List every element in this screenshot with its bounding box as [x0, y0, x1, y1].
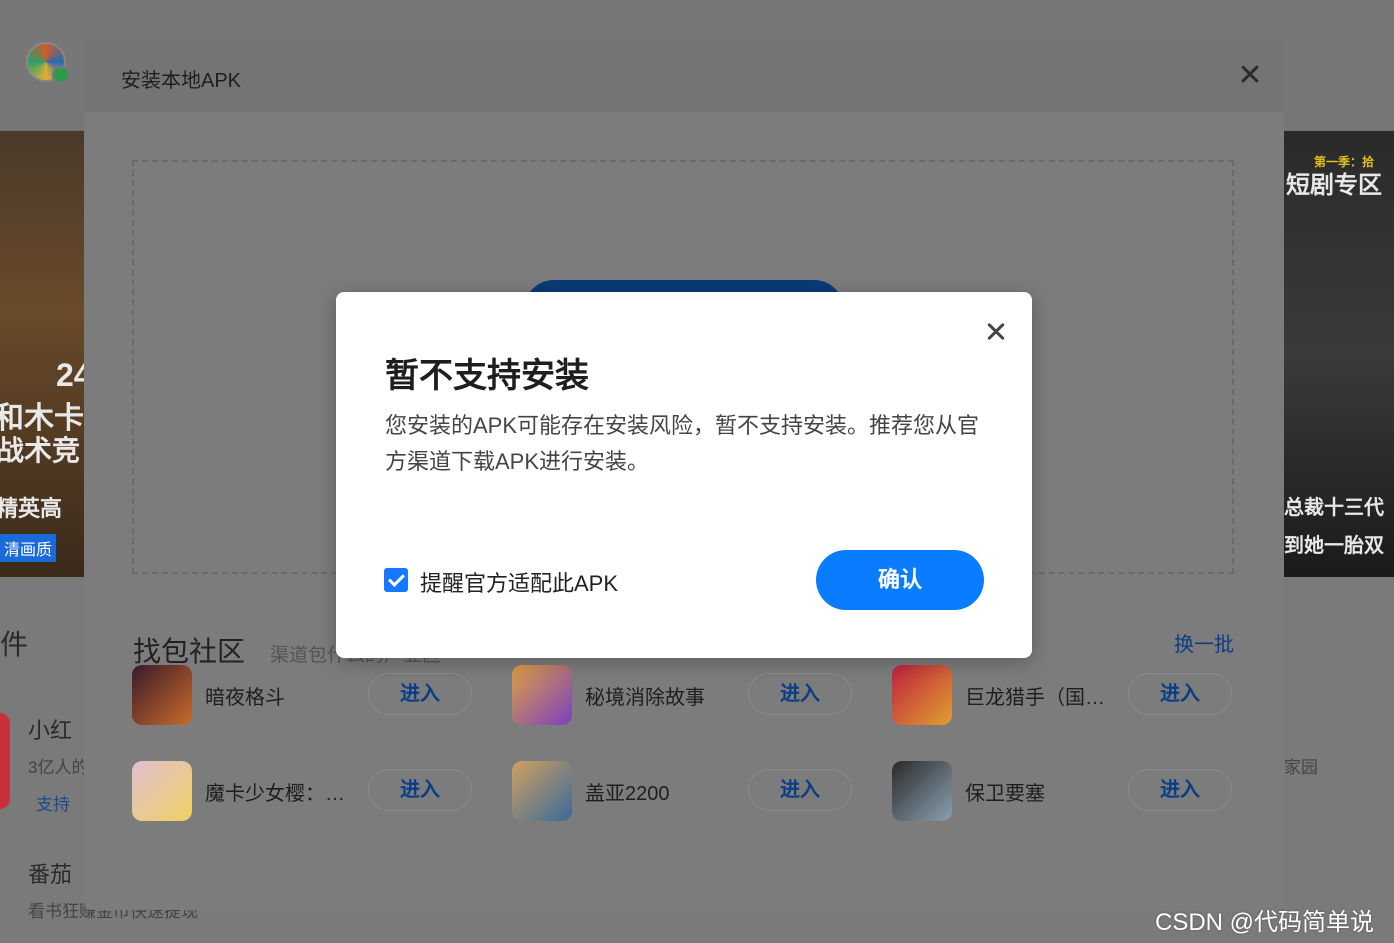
- game-icon[interactable]: [512, 665, 572, 725]
- banner-left-line: 24: [56, 357, 84, 393]
- game-item: 秘境消除故事 进入: [512, 665, 872, 727]
- left-section-title: 件: [0, 629, 29, 660]
- enter-button[interactable]: 进入: [1128, 769, 1232, 811]
- dialog-title: 暂不支持安装: [385, 357, 589, 395]
- refresh-button[interactable]: 换一批: [1174, 628, 1234, 657]
- game-icon[interactable]: [892, 665, 952, 725]
- banner-left-line: 战术竞: [0, 435, 81, 466]
- unsupported-install-dialog: 暂不支持安装 您安装的APK可能存在安装风险，暂不支持安装。推荐您从官方渠道下载…: [336, 292, 1032, 658]
- confirm-button[interactable]: 确认: [816, 550, 984, 610]
- enter-button[interactable]: 进入: [748, 769, 852, 811]
- enter-button[interactable]: 进入: [748, 673, 852, 715]
- link-badge-icon: [52, 66, 70, 84]
- left-app-name: 番茄: [28, 862, 73, 887]
- panel-title: 安装本地APK: [121, 70, 242, 92]
- close-icon[interactable]: [980, 316, 1012, 348]
- banner-right-line: 到她一胎双: [1284, 535, 1384, 557]
- banner-right-line: 总裁十三代: [1284, 497, 1384, 519]
- enter-button[interactable]: 进入: [368, 673, 472, 715]
- dialog-message: 您安装的APK可能存在安装风险，暂不支持安装。推荐您从官方渠道下载APK进行安装…: [385, 413, 980, 474]
- game-name: 魔卡少女樱：…: [205, 783, 345, 805]
- game-item: 暗夜格斗 进入: [132, 665, 492, 727]
- banner-right-title: 短剧专区: [1286, 172, 1382, 199]
- checkbox-label: 提醒官方适配此APK: [420, 571, 619, 596]
- checkbox-checked-icon[interactable]: [384, 568, 408, 592]
- game-name: 盖亚2200: [585, 783, 670, 805]
- left-app-tag: 支持: [36, 795, 70, 814]
- game-name: 巨龙猎手（国…: [965, 687, 1105, 709]
- watermark: CSDN @代码简单说: [1155, 909, 1375, 936]
- section-title: 找包社区: [133, 636, 246, 667]
- left-app-name: 小红: [28, 718, 73, 743]
- game-icon[interactable]: [132, 761, 192, 821]
- game-item: 巨龙猎手（国… 进入: [892, 665, 1252, 727]
- game-icon[interactable]: [512, 761, 572, 821]
- game-icon[interactable]: [892, 761, 952, 821]
- game-name: 保卫要塞: [965, 783, 1045, 805]
- game-item: 保卫要塞 进入: [892, 761, 1252, 823]
- game-icon[interactable]: [132, 665, 192, 725]
- app-icon[interactable]: [0, 713, 10, 809]
- banner-left-line: 精英高: [0, 496, 63, 521]
- game-item: 盖亚2200 进入: [512, 761, 872, 823]
- left-app-sub: 3亿人的: [28, 758, 89, 777]
- enter-button[interactable]: 进入: [368, 769, 472, 811]
- game-name: 暗夜格斗: [205, 687, 285, 709]
- banner-left-tag: 清画质: [0, 534, 57, 562]
- banner-left[interactable]: 24 和木卡 战术竞 精英高 清画质: [0, 131, 84, 577]
- right-side-text: 家园: [1284, 758, 1318, 777]
- panel-header: 安装本地APK ✕: [84, 40, 1284, 112]
- enter-button[interactable]: 进入: [1128, 673, 1232, 715]
- close-icon[interactable]: ✕: [1234, 60, 1266, 92]
- game-item: 魔卡少女樱：… 进入: [132, 761, 492, 823]
- banner-right[interactable]: 第一季：拾 短剧专区 总裁十三代 到她一胎双: [1284, 131, 1394, 577]
- game-name: 秘境消除故事: [585, 687, 705, 709]
